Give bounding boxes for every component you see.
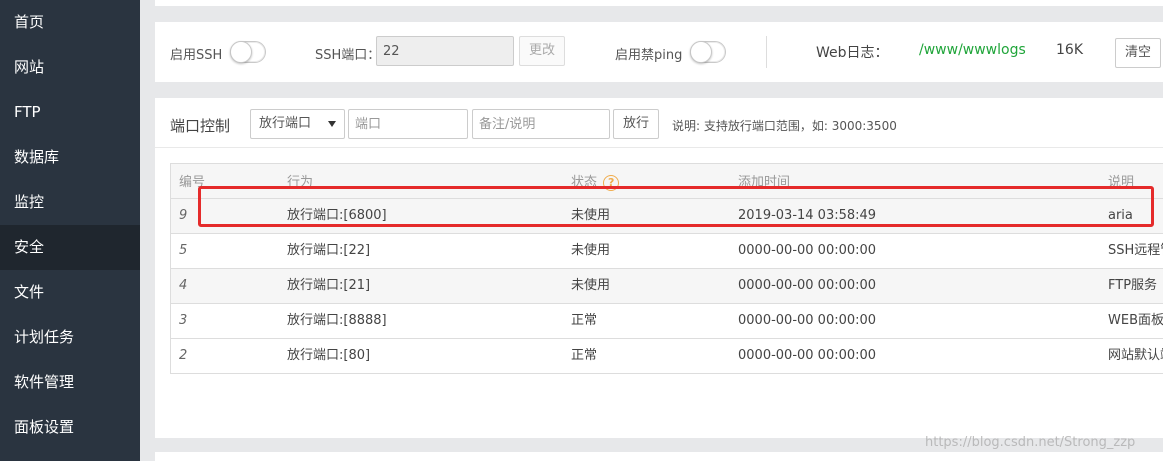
row-time: 0000-00-00 00:00:00 [738, 348, 877, 363]
row-status: 未使用 [571, 243, 611, 258]
row-action: 放行端口:[8888] [287, 313, 387, 328]
divider [766, 36, 767, 68]
column-header-note[interactable]: 说明 [1108, 166, 1163, 200]
row-time: 0000-00-00 00:00:00 [738, 278, 877, 293]
row-time: 2019-03-14 03:58:49 [738, 208, 877, 223]
sidebar-item-monitor[interactable]: 监控 [0, 180, 140, 225]
port-range-hint: 说明: 支持放行端口范围，如: 3000:3500 [672, 119, 897, 133]
row-id: 4 [179, 278, 188, 293]
column-header-action[interactable]: 行为 [287, 166, 547, 200]
table-row[interactable]: 9 放行端口:[6800] 未使用 2019-03-14 03:58:49 ar… [171, 199, 1163, 234]
sidebar: 首页 网站 FTP 数据库 监控 安全 文件 计划任务 软件管理 面板设置 [0, 0, 140, 461]
row-note: aria [1108, 208, 1133, 223]
allow-port-button[interactable]: 放行 [613, 109, 659, 139]
row-id: 3 [179, 313, 188, 328]
row-status: 未使用 [571, 278, 611, 293]
enable-ssh-toggle[interactable] [230, 41, 266, 63]
port-control-panel: 端口控制 放行端口 放行 说明: 支持放行端口范围，如: 3000:3500 编… [155, 98, 1163, 438]
disable-ping-toggle[interactable] [690, 41, 726, 63]
watermark: https://blog.csdn.net/Strong_zzp [925, 435, 1136, 450]
table-row[interactable]: 5 放行端口:[22] 未使用 0000-00-00 00:00:00 SSH远… [171, 234, 1163, 269]
row-action: 放行端口:[22] [287, 243, 371, 258]
row-time: 0000-00-00 00:00:00 [738, 313, 877, 328]
question-circle-icon[interactable]: ? [603, 174, 620, 191]
ssh-port-label: SSH端口： [315, 48, 381, 63]
top-panel [155, 0, 1163, 6]
row-status: 正常 [571, 348, 598, 363]
sidebar-item-home[interactable]: 首页 [0, 0, 140, 45]
row-action: 放行端口:[80] [287, 348, 371, 363]
table-row[interactable]: 4 放行端口:[21] 未使用 0000-00-00 00:00:00 FTP服… [171, 269, 1163, 304]
note-input[interactable] [472, 109, 610, 139]
row-status: 未使用 [571, 208, 611, 223]
row-id: 2 [179, 348, 188, 363]
ssh-settings-panel: 启用SSH SSH端口： 更改 启用禁ping Web日志： /www/wwwl… [155, 22, 1163, 82]
enable-ssh-label: 启用SSH [170, 48, 223, 63]
sidebar-item-cron[interactable]: 计划任务 [0, 315, 140, 360]
column-header-status[interactable]: 状态 ? [571, 166, 721, 200]
table-header-row: 编号 行为 状态 ? 添加时间 说明 [171, 164, 1163, 199]
row-note: WEB面板 [1108, 313, 1163, 328]
port-input[interactable] [348, 109, 468, 139]
port-rules-table: 编号 行为 状态 ? 添加时间 说明 9 放行端口:[6800] 未使用 201… [170, 163, 1163, 374]
sidebar-item-security[interactable]: 安全 [0, 225, 140, 270]
port-control-title: 端口控制 [170, 117, 231, 135]
row-note: 网站默认端 [1108, 348, 1163, 363]
caret-down-icon [328, 121, 336, 127]
column-header-id[interactable]: 编号 [179, 166, 239, 200]
divider [155, 147, 1163, 148]
clear-logs-button[interactable]: 清空 [1115, 38, 1161, 68]
toggle-knob [690, 41, 712, 63]
toggle-knob [230, 41, 252, 63]
row-id: 5 [179, 243, 188, 258]
row-time: 0000-00-00 00:00:00 [738, 243, 877, 258]
row-note: SSH远程管 [1108, 243, 1163, 258]
sidebar-item-database[interactable]: 数据库 [0, 135, 140, 180]
ssh-port-input[interactable] [376, 36, 514, 66]
disable-ping-label: 启用禁ping [615, 48, 683, 63]
sidebar-item-panel-settings[interactable]: 面板设置 [0, 405, 140, 450]
change-ssh-port-button[interactable]: 更改 [519, 36, 565, 66]
web-log-path[interactable]: /www/wwwlogs [919, 42, 1026, 58]
sidebar-item-software[interactable]: 软件管理 [0, 360, 140, 405]
web-log-label: Web日志： [816, 45, 889, 61]
row-action: 放行端口:[21] [287, 278, 371, 293]
bottom-panel [155, 452, 1163, 461]
web-log-size: 16K [1056, 42, 1083, 58]
row-id: 9 [179, 208, 188, 223]
column-header-time[interactable]: 添加时间 [738, 166, 1038, 200]
row-action: 放行端口:[6800] [287, 208, 387, 223]
port-action-select[interactable]: 放行端口 [250, 109, 345, 139]
sidebar-item-sites[interactable]: 网站 [0, 45, 140, 90]
row-status: 正常 [571, 313, 598, 328]
table-row[interactable]: 3 放行端口:[8888] 正常 0000-00-00 00:00:00 WEB… [171, 304, 1163, 339]
row-note: FTP服务 [1108, 278, 1158, 293]
sidebar-item-files[interactable]: 文件 [0, 270, 140, 315]
table-row[interactable]: 2 放行端口:[80] 正常 0000-00-00 00:00:00 网站默认端 [171, 339, 1163, 374]
status-header-label: 状态 [571, 175, 598, 190]
sidebar-item-ftp[interactable]: FTP [0, 90, 140, 135]
port-action-select-value: 放行端口 [259, 116, 312, 131]
